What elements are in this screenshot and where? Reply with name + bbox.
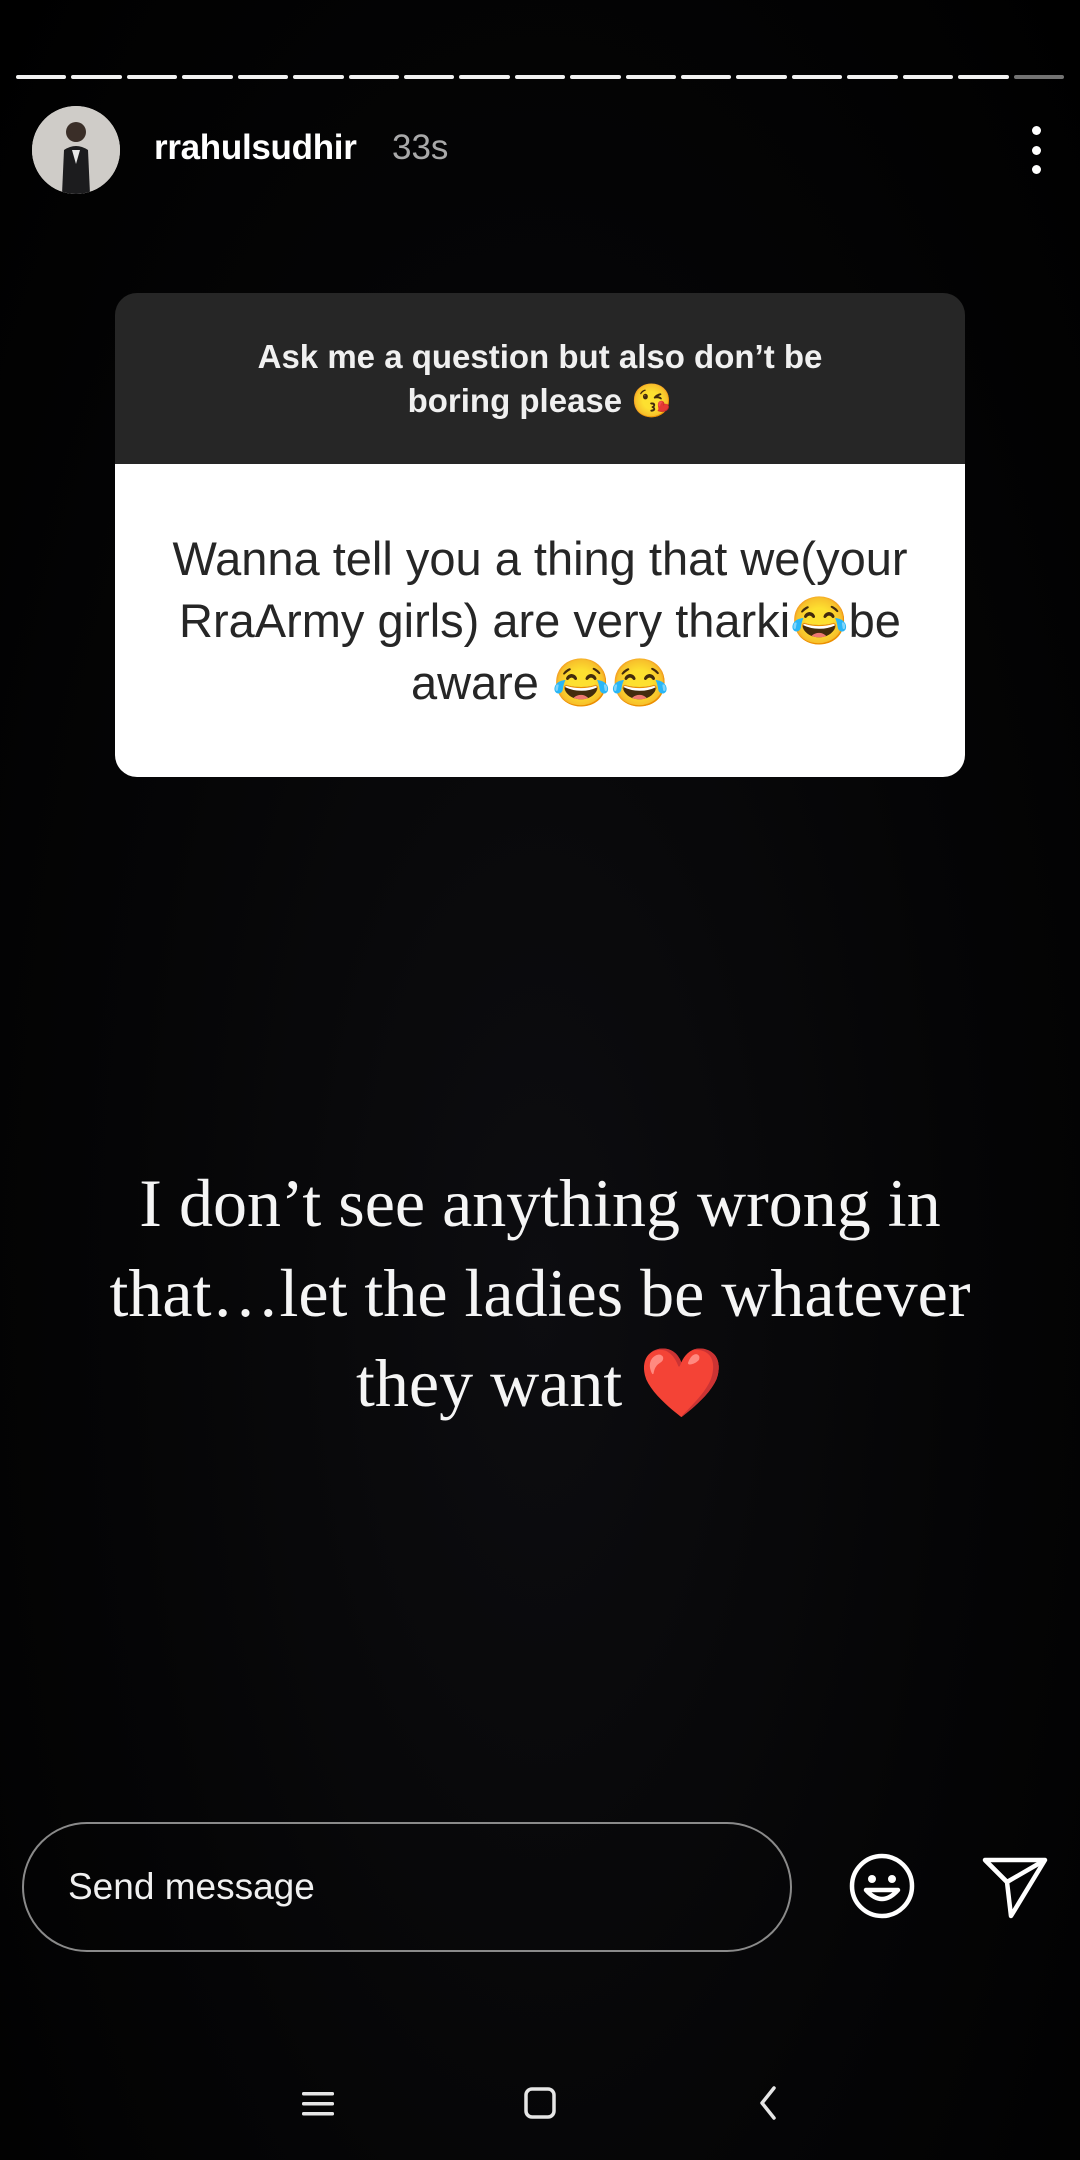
progress-segment — [847, 75, 898, 79]
progress-segment — [237, 75, 289, 79]
progress-segment — [182, 75, 233, 79]
progress-segment — [570, 75, 621, 79]
progress-segment — [791, 75, 843, 79]
menu-icon[interactable] — [288, 2080, 348, 2130]
story-username[interactable]: rrahulsudhir — [154, 128, 357, 168]
question-sticker-body: Wanna tell you a thing that we(your RraA… — [115, 464, 965, 777]
progress-segment — [681, 75, 732, 79]
more-dot — [1031, 165, 1041, 174]
avatar-person-icon — [32, 106, 120, 194]
progress-segment — [625, 75, 677, 79]
progress-segment — [1013, 75, 1065, 79]
story-timestamp: 33s — [392, 128, 449, 167]
square-home-icon[interactable] — [510, 2080, 570, 2130]
progress-segment — [71, 75, 122, 79]
avatar[interactable] — [32, 106, 120, 194]
progress-segment — [293, 75, 344, 79]
story-header: rrahulsudhir 33s — [32, 106, 1062, 194]
send-message-input[interactable]: Send message — [22, 1822, 792, 1952]
progress-segment — [459, 75, 510, 79]
question-sticker: Ask me a question but also don’t be bori… — [115, 293, 965, 777]
progress-segment — [126, 75, 178, 79]
chevron-left-icon[interactable] — [738, 2080, 798, 2130]
story-reply-text: I don’t see anything wrong in that…let t… — [109, 1165, 971, 1421]
progress-segment — [403, 75, 455, 79]
question-prompt: Ask me a question but also don’t be bori… — [257, 337, 823, 419]
story-progress-bar — [16, 75, 1065, 79]
question-answer: Wanna tell you a thing that we(your RraA… — [172, 531, 908, 709]
heart-icon: ❤️ — [639, 1345, 724, 1421]
more-vertical-icon[interactable] — [1026, 126, 1046, 174]
more-dot — [1031, 126, 1041, 135]
send-paper-plane-icon[interactable] — [975, 1846, 1055, 1926]
progress-segment — [736, 75, 787, 79]
progress-segment — [902, 75, 954, 79]
question-sticker-header: Ask me a question but also don’t be bori… — [115, 293, 965, 464]
more-dot — [1031, 145, 1041, 155]
progress-segment — [348, 75, 399, 79]
smiley-icon[interactable] — [842, 1846, 922, 1926]
progress-segment — [514, 75, 566, 79]
progress-segment — [16, 75, 67, 79]
progress-segment — [958, 75, 1009, 79]
system-navigation-bar — [0, 2050, 1080, 2160]
send-message-placeholder: Send message — [68, 1866, 315, 1907]
